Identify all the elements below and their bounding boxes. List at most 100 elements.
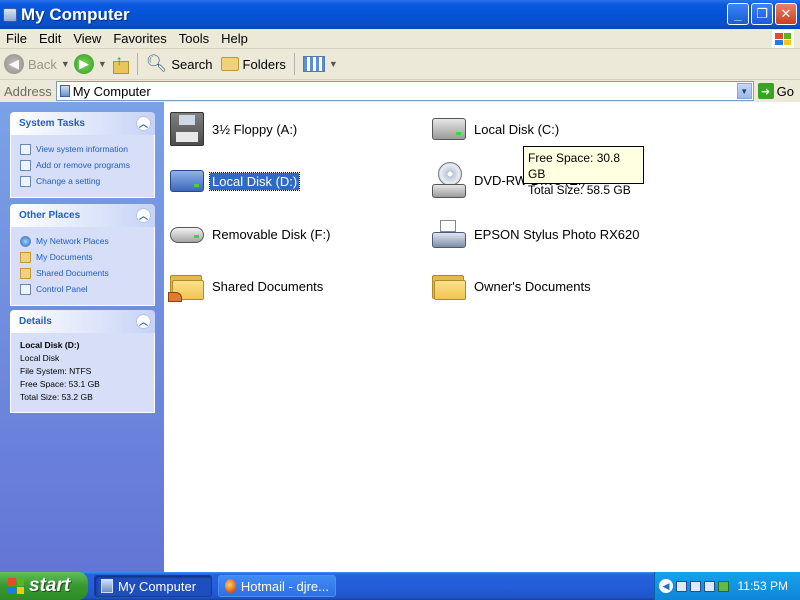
go-button[interactable]: ➜ Go [754,83,800,99]
folders-button[interactable]: Folders [217,50,290,78]
up-button[interactable] [107,50,133,78]
link-label: View system information [36,144,128,154]
system-tray: ◀ 11:53 PM [654,572,800,600]
folder-icon [432,272,466,300]
change-setting-link[interactable]: Change a setting [20,173,145,189]
scanner-icon [432,220,466,248]
menu-help[interactable]: Help [215,31,254,46]
maximize-button[interactable]: ❐ [751,3,773,25]
collapse-chevron-icon[interactable]: ︿ [136,314,151,329]
close-button[interactable]: ✕ [775,3,797,25]
forward-button[interactable]: ▶ [70,50,98,78]
drive-info-tooltip: Free Space: 30.8 GB Total Size: 58.5 GB [523,146,644,197]
taskbar: start My Computer Hotmail - djre... ◀ 11… [0,572,800,600]
drive-list: 3½ Floppy (A:) Local Disk (C:) Local Dis… [164,102,800,572]
network-tray-icon[interactable] [676,580,687,592]
menu-view[interactable]: View [67,31,107,46]
hard-drive-icon [432,118,466,140]
monitor-tray-icon[interactable] [704,580,715,592]
details-panel: Details ︿ Local Disk (D:) Local Disk Fil… [10,310,155,413]
tooltip-free-space: Free Space: 30.8 GB [528,151,621,181]
taskbar-button-label: My Computer [118,578,197,594]
menu-file[interactable]: File [0,31,33,46]
link-label: Control Panel [36,284,88,294]
clock[interactable]: 11:53 PM [738,579,788,593]
back-button[interactable]: ◀ Back [0,50,61,78]
menu-edit[interactable]: Edit [33,31,67,46]
system-tasks-panel: System Tasks ︿ View system information A… [10,112,155,198]
views-button[interactable]: ▼ [299,50,342,78]
forward-dropdown-icon[interactable]: ▼ [98,59,107,69]
security-tray-icon[interactable] [718,580,729,592]
link-label: My Documents [36,252,93,262]
toolbar-separator [136,53,138,75]
item-label: Local Disk (D:) [208,171,301,191]
details-title: Details [19,316,52,327]
control-panel-icon [20,283,31,295]
address-input[interactable]: My Computer ▼ [55,81,754,101]
folders-label: Folders [242,56,286,72]
system-tasks-body: View system information Add or remove pr… [10,135,155,198]
show-hidden-icons-chevron-icon[interactable]: ◀ [659,579,673,593]
start-button[interactable]: start [0,572,88,600]
other-places-header[interactable]: Other Places ︿ [10,204,155,227]
minimize-button[interactable]: _ [727,3,749,25]
shared-folder-icon [168,272,204,302]
system-tasks-title: System Tasks [19,118,85,129]
firefox-icon [225,579,236,593]
title-bar[interactable]: My Computer _ ❐ ✕ [0,0,800,29]
add-remove-programs-link[interactable]: Add or remove programs [20,157,145,173]
shared-documents-link[interactable]: Shared Documents [20,265,145,281]
views-dropdown-icon: ▼ [328,59,338,69]
windows-logo-icon [8,578,24,594]
floppy-drive-item[interactable]: 3½ Floppy (A:) [170,112,299,146]
details-header[interactable]: Details ︿ [10,310,155,333]
other-places-body: My Network Places My Documents Shared Do… [10,227,155,306]
link-label: Change a setting [36,176,101,186]
collapse-chevron-icon[interactable]: ︿ [136,116,151,131]
go-arrow-icon: ➜ [757,83,774,99]
window-title: My Computer [21,4,130,24]
epson-scanner-item[interactable]: EPSON Stylus Photo RX620 [432,220,641,248]
link-label: My Network Places [36,236,109,246]
local-disk-d-item[interactable]: Local Disk (D:) [170,170,301,192]
local-disk-c-item[interactable]: Local Disk (C:) [432,118,561,140]
my-network-places-link[interactable]: My Network Places [20,233,145,249]
system-tasks-header[interactable]: System Tasks ︿ [10,112,155,135]
address-dropdown-icon[interactable]: ▼ [736,83,752,99]
owners-documents-item[interactable]: Owner's Documents [432,272,593,300]
system-info-icon [20,143,31,155]
taskbar-button-label: Hotmail - djre... [240,578,329,594]
details-body: Local Disk (D:) Local Disk File System: … [10,333,155,413]
add-remove-programs-icon [20,159,31,171]
removable-disk-item[interactable]: Removable Disk (F:) [170,226,332,243]
other-places-title: Other Places [19,210,81,221]
my-documents-link[interactable]: My Documents [20,249,145,265]
menu-bar: File Edit View Favorites Tools Help [0,29,800,49]
forward-arrow-icon: ▶ [73,54,94,74]
shared-documents-item[interactable]: Shared Documents [168,272,325,302]
network-icon [20,235,31,247]
details-file-system: File System: NTFS [20,366,92,376]
folder-up-icon [111,52,129,74]
network-tray-icon[interactable] [690,580,701,592]
back-dropdown-icon[interactable]: ▼ [61,59,70,69]
folder-icon [20,251,31,263]
search-button[interactable]: 🔍︎ Search [142,50,217,78]
taskbar-hotmail-button[interactable]: Hotmail - djre... [218,575,336,597]
menu-tools[interactable]: Tools [173,31,215,46]
floppy-icon [170,112,204,146]
my-computer-icon [101,579,113,593]
view-system-information-link[interactable]: View system information [20,141,145,157]
toolbar: ◀ Back ▼ ▶ ▼ 🔍︎ Search Folders ▼ [0,49,800,80]
control-panel-link[interactable]: Control Panel [20,281,145,297]
item-label: Local Disk (C:) [474,121,560,137]
taskbar-my-computer-button[interactable]: My Computer [94,575,212,597]
item-label: Owner's Documents [474,278,591,294]
collapse-chevron-icon[interactable]: ︿ [136,208,151,223]
menu-favorites[interactable]: Favorites [107,31,172,46]
details-name: Local Disk (D:) [20,340,80,350]
window-controls: _ ❐ ✕ [727,3,797,25]
item-label: Removable Disk (F:) [212,227,331,242]
item-label: EPSON Stylus Photo RX620 [474,226,640,242]
